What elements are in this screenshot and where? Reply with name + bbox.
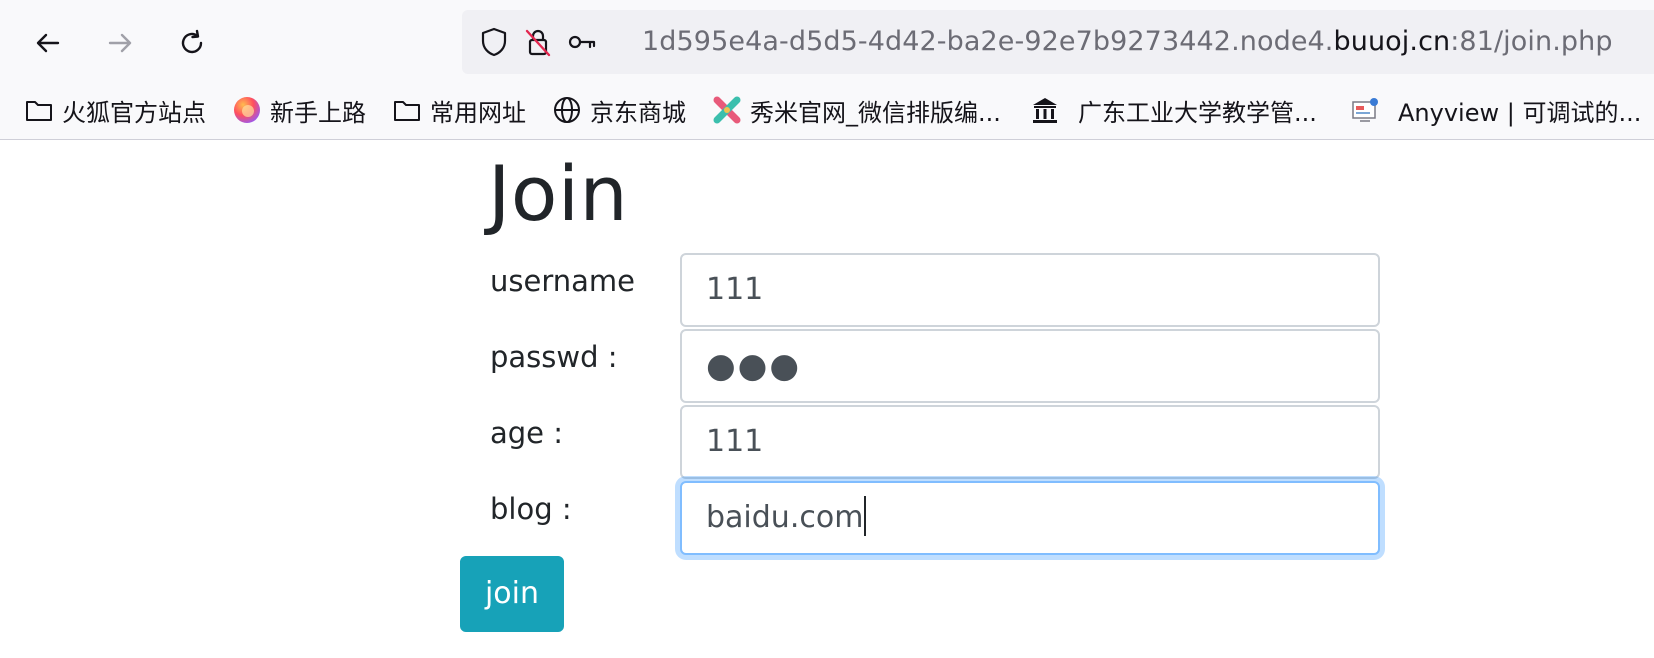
- bookmark-3[interactable]: 京东商城: [552, 90, 686, 130]
- age-value: 111: [706, 424, 764, 459]
- passwd-input[interactable]: ●●●: [680, 329, 1380, 403]
- bookmark-label: 京东商城: [590, 98, 686, 127]
- bookmark-6[interactable]: Anyview | 可调试的...: [1350, 90, 1641, 130]
- reload-icon: [181, 29, 203, 54]
- back-button[interactable]: [28, 23, 68, 63]
- username-label: username: [490, 264, 635, 298]
- folder-icon: [392, 95, 422, 125]
- blog-label: blog :: [490, 492, 572, 526]
- forward-arrow-icon: [108, 33, 132, 53]
- blog-value: baidu.com: [706, 500, 864, 535]
- browser-toolbar: 1d595e4a-d5d5-4d42-ba2e-92e7b9273442.nod…: [0, 0, 1654, 140]
- bookmark-label: Anyview | 可调试的...: [1398, 98, 1642, 127]
- xiumi-icon: [712, 95, 742, 125]
- shield-icon[interactable]: [478, 26, 510, 58]
- bookmark-0[interactable]: 火狐官方站点: [24, 90, 206, 130]
- globe-icon: [552, 95, 582, 125]
- passwd-value: ●●●: [706, 346, 802, 386]
- bookmarks-bar: 火狐官方站点 新手上路 常用网址 京东商城 秀米官网_微信排版编... 广东工业…: [0, 86, 1654, 136]
- back-arrow-icon: [36, 33, 60, 53]
- key-icon[interactable]: [566, 26, 598, 58]
- bookmark-label: 火狐官方站点: [62, 98, 206, 127]
- bookmark-2[interactable]: 常用网址: [392, 90, 526, 130]
- url-suffix: :81/join.php: [1450, 26, 1613, 57]
- url-text[interactable]: 1d595e4a-d5d5-4d42-ba2e-92e7b9273442.nod…: [642, 24, 1613, 60]
- url-bar[interactable]: 1d595e4a-d5d5-4d42-ba2e-92e7b9273442.nod…: [462, 10, 1654, 74]
- url-host: buuoj.cn: [1333, 26, 1451, 57]
- bookmark-5[interactable]: 广东工业大学教学管...: [1030, 90, 1317, 130]
- bookmark-label: 新手上路: [270, 98, 366, 127]
- bookmark-label: 秀米官网_微信排版编...: [750, 98, 1001, 127]
- age-label: age :: [490, 416, 564, 450]
- firefox-icon: [232, 95, 262, 125]
- bookmark-4[interactable]: 秀米官网_微信排版编...: [712, 90, 1001, 130]
- bookmark-label: 广东工业大学教学管...: [1078, 98, 1317, 127]
- page-title: Join: [488, 149, 629, 238]
- passwd-label: passwd :: [490, 340, 618, 374]
- anyview-icon: [1350, 95, 1380, 125]
- folder-icon: [24, 95, 54, 125]
- forward-button[interactable]: [100, 23, 140, 63]
- text-caret: [864, 495, 867, 536]
- join-button[interactable]: join: [460, 556, 564, 632]
- bookmark-1[interactable]: 新手上路: [232, 90, 366, 130]
- username-input[interactable]: 111: [680, 253, 1380, 327]
- username-value: 111: [706, 272, 764, 307]
- blog-input[interactable]: baidu.com: [680, 481, 1380, 555]
- reload-button[interactable]: [172, 23, 212, 63]
- age-input[interactable]: 111: [680, 405, 1380, 479]
- bookmark-label: 常用网址: [430, 98, 526, 127]
- url-prefix: 1d595e4a-d5d5-4d42-ba2e-92e7b9273442.nod…: [642, 26, 1334, 57]
- university-icon: [1030, 95, 1060, 125]
- insecure-lock-icon[interactable]: [522, 26, 554, 58]
